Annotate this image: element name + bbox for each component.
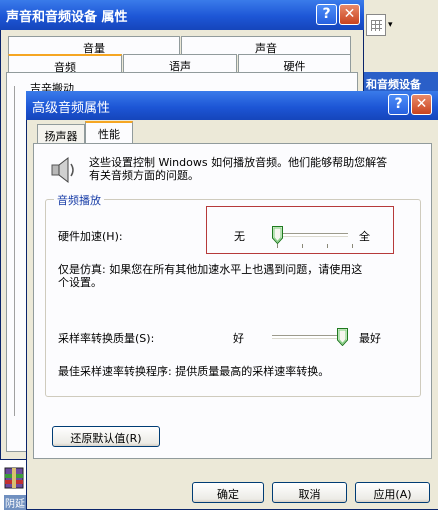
archive-icon[interactable]	[3, 466, 25, 490]
sample-rate-label: 采样率转换质量(S):	[58, 332, 155, 345]
sample-rate-slider-thumb[interactable]	[337, 328, 348, 346]
hardware-accel-label: 硬件加速(H):	[58, 230, 123, 243]
sample-rate-max-label: 最好	[359, 332, 381, 345]
hardware-accel-slider-ticks	[277, 244, 353, 248]
sound-properties-title-bar: 声音和音频设备 属性 ? ✕	[0, 0, 364, 30]
help-icon[interactable]: ?	[388, 94, 409, 115]
tab-speakers[interactable]: 扬声器	[37, 124, 85, 144]
view-toggle-button[interactable]	[366, 14, 386, 36]
back-group-edge	[14, 86, 16, 416]
speaker-icon	[51, 156, 74, 184]
sound-properties-title: 声音和音频设备 属性	[6, 10, 128, 25]
close-icon[interactable]: ✕	[411, 94, 432, 115]
apply-button[interactable]: 应用(A)	[355, 482, 430, 503]
hardware-accel-max-label: 全	[359, 230, 370, 243]
ok-button[interactable]: 确定	[192, 482, 264, 503]
close-icon[interactable]: ✕	[339, 4, 360, 25]
dropdown-arrow-icon[interactable]: ▾	[388, 20, 393, 30]
advanced-audio-title: 高级音频属性	[32, 101, 111, 116]
tab-sounds[interactable]: 声音	[181, 36, 351, 55]
sample-rate-desc: 最佳采样速率转换程序: 提供质量最高的采样速率转换。	[58, 365, 330, 378]
tab-performance[interactable]: 性能	[85, 121, 133, 144]
tab-voice[interactable]: 语声	[123, 54, 237, 73]
hardware-accel-slider-thumb[interactable]	[272, 226, 283, 244]
advanced-audio-title-bar: 高级音频属性 ? ✕	[26, 91, 438, 120]
tab-volume[interactable]: 音量	[8, 36, 180, 55]
hardware-desc-line-2: 个设置。	[58, 276, 102, 289]
help-icon[interactable]: ?	[316, 4, 337, 25]
hardware-desc-line-1: 仅是仿真: 如果您在所有其他加速水平上也遇到问题，请使用这	[58, 263, 363, 276]
audio-playback-label: 音频播放	[54, 192, 104, 208]
grid-icon	[371, 20, 382, 31]
tab-hardware[interactable]: 硬件	[238, 54, 351, 73]
hardware-accel-min-label: 无	[234, 230, 245, 243]
cancel-button[interactable]: 取消	[272, 482, 347, 503]
hardware-accel-slider-track[interactable]	[272, 233, 348, 236]
taskbar-icon-label: 阴延	[4, 495, 26, 510]
sample-rate-min-label: 好	[233, 332, 244, 345]
restore-defaults-button[interactable]: 还原默认值(R)	[52, 426, 160, 447]
description-line-2: 有关音频方面的问题。	[89, 169, 199, 182]
tab-audio[interactable]: 音频	[8, 54, 122, 74]
